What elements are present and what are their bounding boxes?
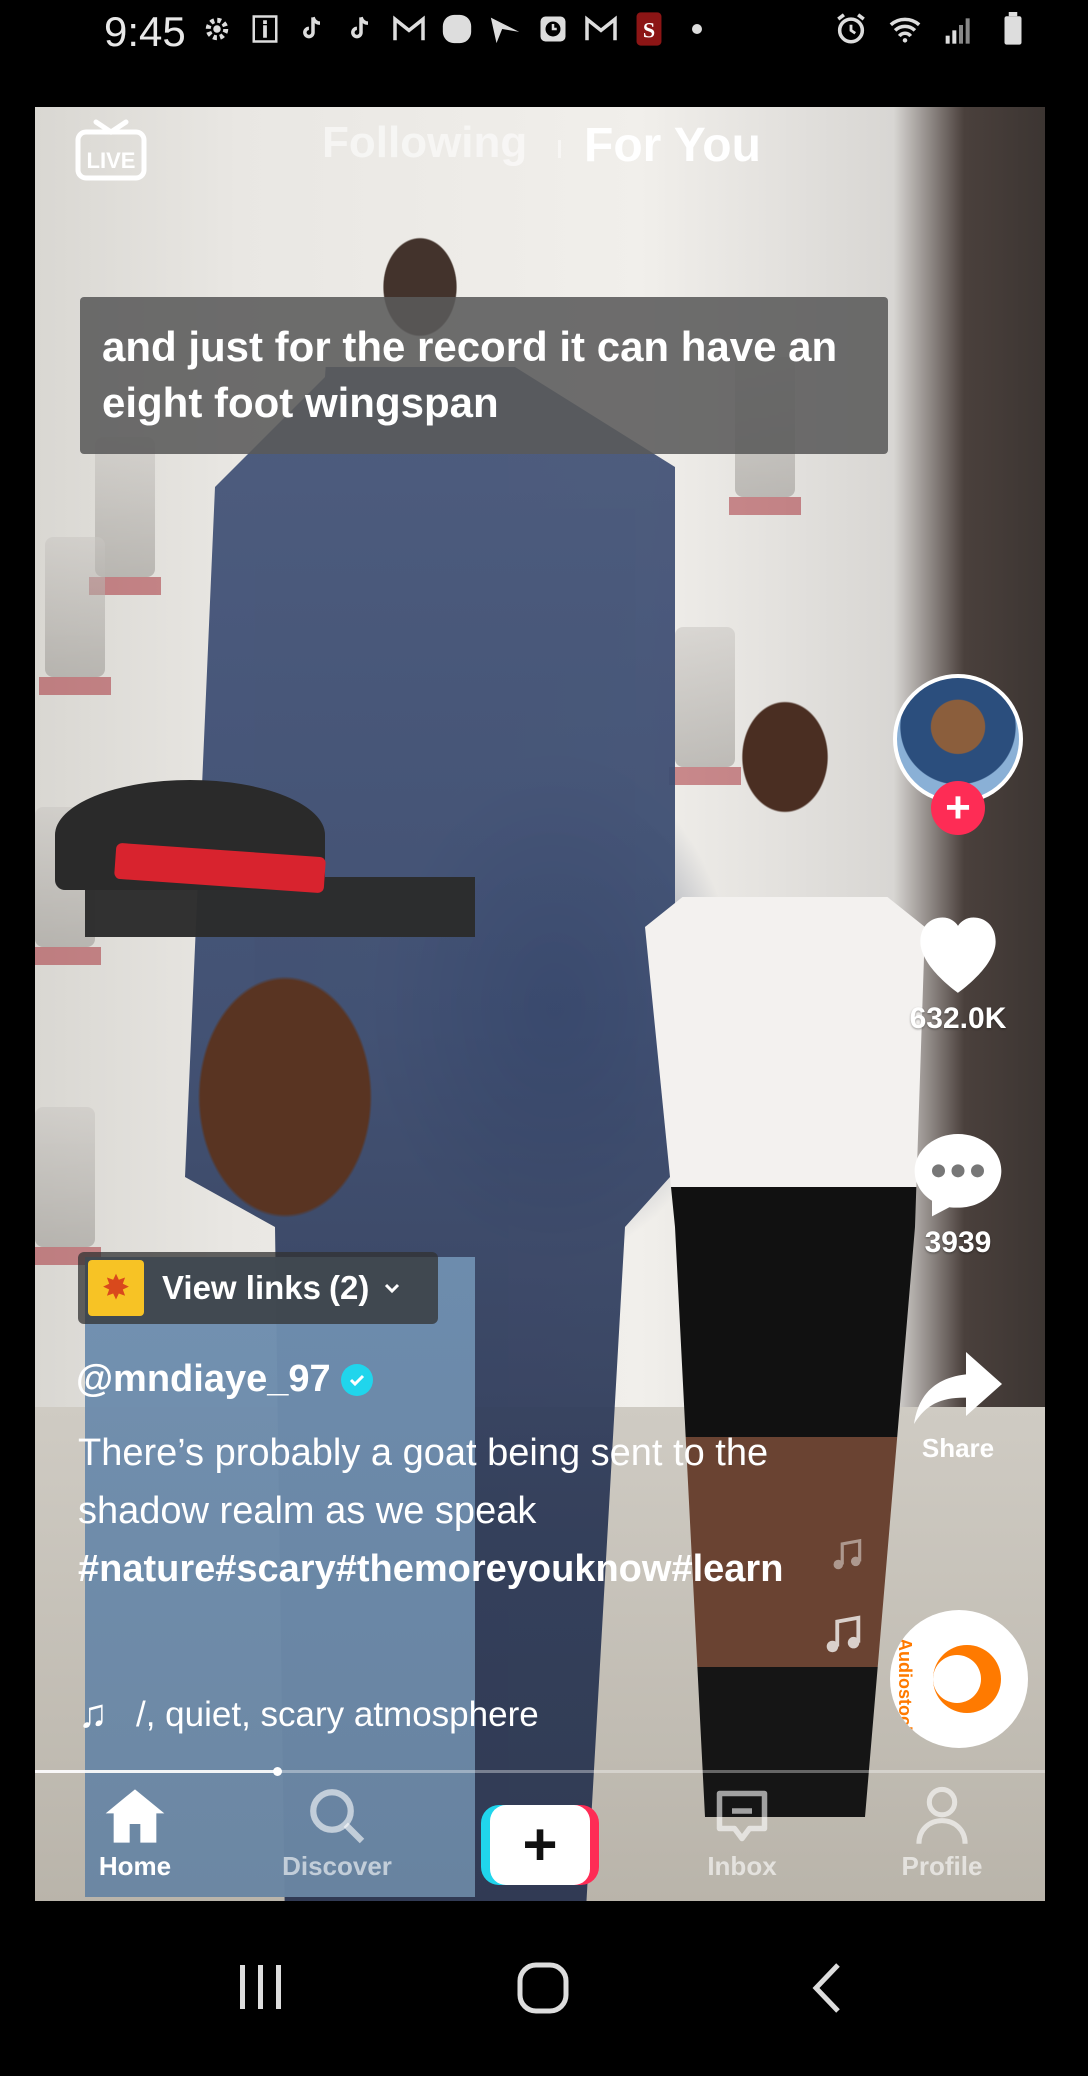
feed-tabs: Following For You (0, 118, 1088, 178)
view-links-button[interactable]: ✸ View links (2) (78, 1252, 438, 1324)
system-nav-bar (0, 1901, 1088, 2076)
wifi-icon (888, 12, 922, 46)
status-time: 9:45 (104, 8, 186, 55)
music-note-icon: ♫ (78, 1692, 108, 1736)
video-caption: and just for the record it can have an e… (80, 297, 888, 454)
share-arrow-icon (893, 1348, 1023, 1433)
view-links-label: View links (162, 1269, 321, 1306)
svg-text:S: S (643, 17, 655, 42)
tiktok-notification-icon-2 (344, 12, 378, 46)
search-icon (267, 1785, 407, 1847)
battery-icon (996, 12, 1030, 46)
comment-count: 3939 (924, 1226, 992, 1259)
post-hashtags[interactable]: #nature#scary#themoreyouknow#learn (78, 1540, 798, 1598)
audiostock-logo-icon (933, 1645, 1001, 1713)
plus-icon: + (490, 1805, 590, 1885)
tab-home-label: Home (98, 1851, 172, 1881)
share-label: Share (921, 1433, 995, 1463)
home-circle-icon (517, 1962, 569, 2014)
caption-text: and just for the record it can have an e… (102, 323, 838, 426)
gmail-icon-2 (584, 12, 618, 46)
gmail-icon (392, 12, 426, 46)
recents-icon (240, 1965, 281, 2009)
progress-fill (35, 1770, 278, 1773)
notification-icons: S (200, 12, 714, 46)
back-button[interactable] (808, 1961, 844, 2020)
sound-name: /, quiet, scary atmosphere (136, 1694, 539, 1734)
tab-for-you[interactable]: For You (584, 118, 761, 173)
sound-info[interactable]: ♫ /, quiet, scary atmosphere (78, 1692, 598, 1737)
home-system-button[interactable] (516, 1961, 570, 2020)
profile-icon (872, 1785, 1012, 1847)
share-button[interactable]: Share (893, 1348, 1023, 1464)
like-count: 632.0K (909, 1002, 1007, 1035)
system-status-icons (834, 12, 1030, 46)
tab-divider (558, 140, 561, 158)
tab-inbox-label: Inbox (707, 1851, 777, 1881)
backdrop-logo (39, 537, 111, 695)
status-bar: 9:45 S (0, 0, 1088, 70)
recent-apps-button[interactable] (236, 1961, 286, 2018)
creator-name-row[interactable]: @mndiaye_97 (76, 1358, 373, 1401)
video-progress-bar[interactable] (35, 1767, 1045, 1776)
links-sparkle-icon: ✸ (88, 1260, 144, 1316)
comment-icon (893, 1125, 1023, 1226)
floating-note-icon (828, 1535, 866, 1580)
chevron-down-icon (385, 1283, 400, 1294)
heart-icon (893, 905, 1023, 1002)
tiktok-notification-icon (296, 12, 330, 46)
comment-button[interactable]: 3939 (893, 1125, 1023, 1260)
verified-badge-icon (340, 1363, 373, 1396)
home-icon (65, 1785, 205, 1847)
links-count: (2) (328, 1269, 370, 1306)
tab-discover-label: Discover (282, 1851, 392, 1881)
inbox-icon (672, 1785, 812, 1847)
app-notification-icon (440, 12, 474, 46)
post-description: There’s probably a goat being sent to th… (78, 1432, 769, 1532)
disc-label: Audiostock (895, 1638, 915, 1737)
alarm-icon (834, 12, 868, 46)
bottom-tab-bar: Home Discover + Inbox Profile (35, 1775, 1045, 1901)
stanford-icon: S (632, 12, 666, 46)
more-dot-icon (680, 12, 714, 46)
sprint-icon (488, 12, 522, 46)
settings-gear-icon (200, 12, 234, 46)
tab-discover[interactable]: Discover (267, 1785, 407, 1882)
clock-app-icon (536, 12, 570, 46)
follow-button[interactable]: + (931, 781, 985, 835)
tab-inbox[interactable]: Inbox (672, 1785, 812, 1882)
tab-following[interactable]: Following (322, 118, 527, 168)
signal-icon (942, 12, 976, 46)
tab-profile[interactable]: Profile (872, 1785, 1012, 1882)
like-button[interactable]: 632.0K (893, 905, 1023, 1036)
floating-note-icon-2 (820, 1610, 866, 1665)
create-button[interactable]: + (481, 1805, 599, 1885)
sound-disc[interactable]: Audiostock (890, 1610, 1028, 1748)
tab-profile-label: Profile (901, 1851, 983, 1881)
back-chevron-icon (812, 1963, 840, 2013)
tab-home[interactable]: Home (65, 1785, 205, 1882)
info-icon (248, 12, 282, 46)
creator-username[interactable]: @mndiaye_97 (76, 1358, 331, 1401)
